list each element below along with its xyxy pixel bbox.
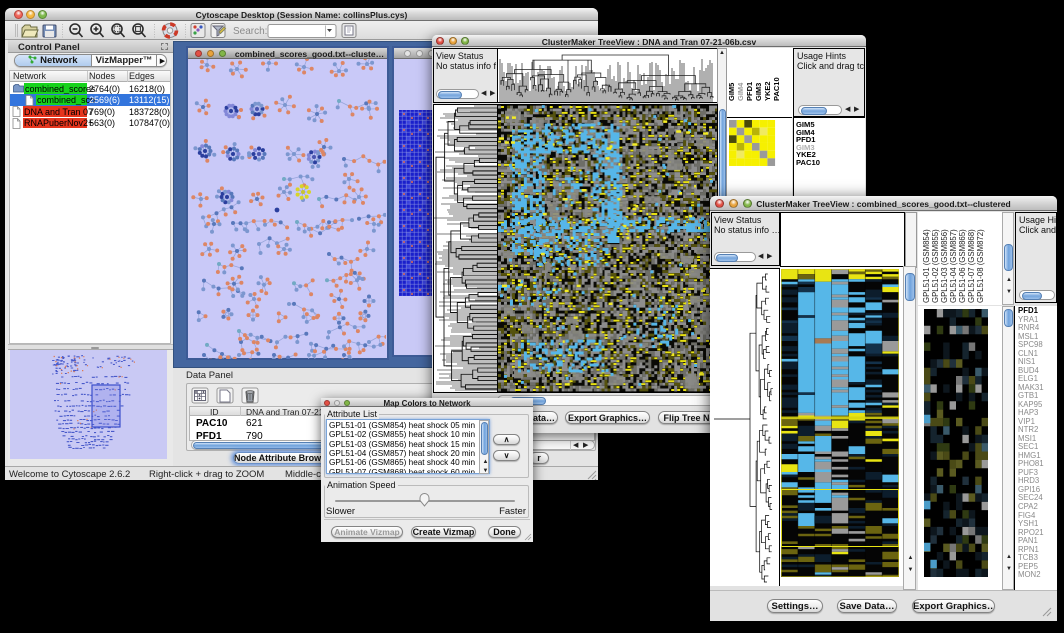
svg-text:GPL51-08 (GSM872): GPL51-08 (GSM872)	[976, 229, 985, 303]
svg-text:GPL51-04 (GSM857): GPL51-04 (GSM857)	[949, 229, 958, 303]
svg-text:GPL51-07 (GSM868): GPL51-07 (GSM868)	[967, 229, 976, 303]
svg-text:GPL51-06 (GSM865): GPL51-06 (GSM865)	[958, 229, 967, 303]
svg-text:GPL51-03 (GSM856): GPL51-03 (GSM856)	[940, 229, 949, 303]
svg-text:GPL51-02 (GSM855): GPL51-02 (GSM855)	[931, 229, 940, 303]
svg-text:Search:: Search:	[233, 26, 267, 37]
svg-text:GPL51-01 (GSM854): GPL51-01 (GSM854)	[922, 229, 931, 303]
